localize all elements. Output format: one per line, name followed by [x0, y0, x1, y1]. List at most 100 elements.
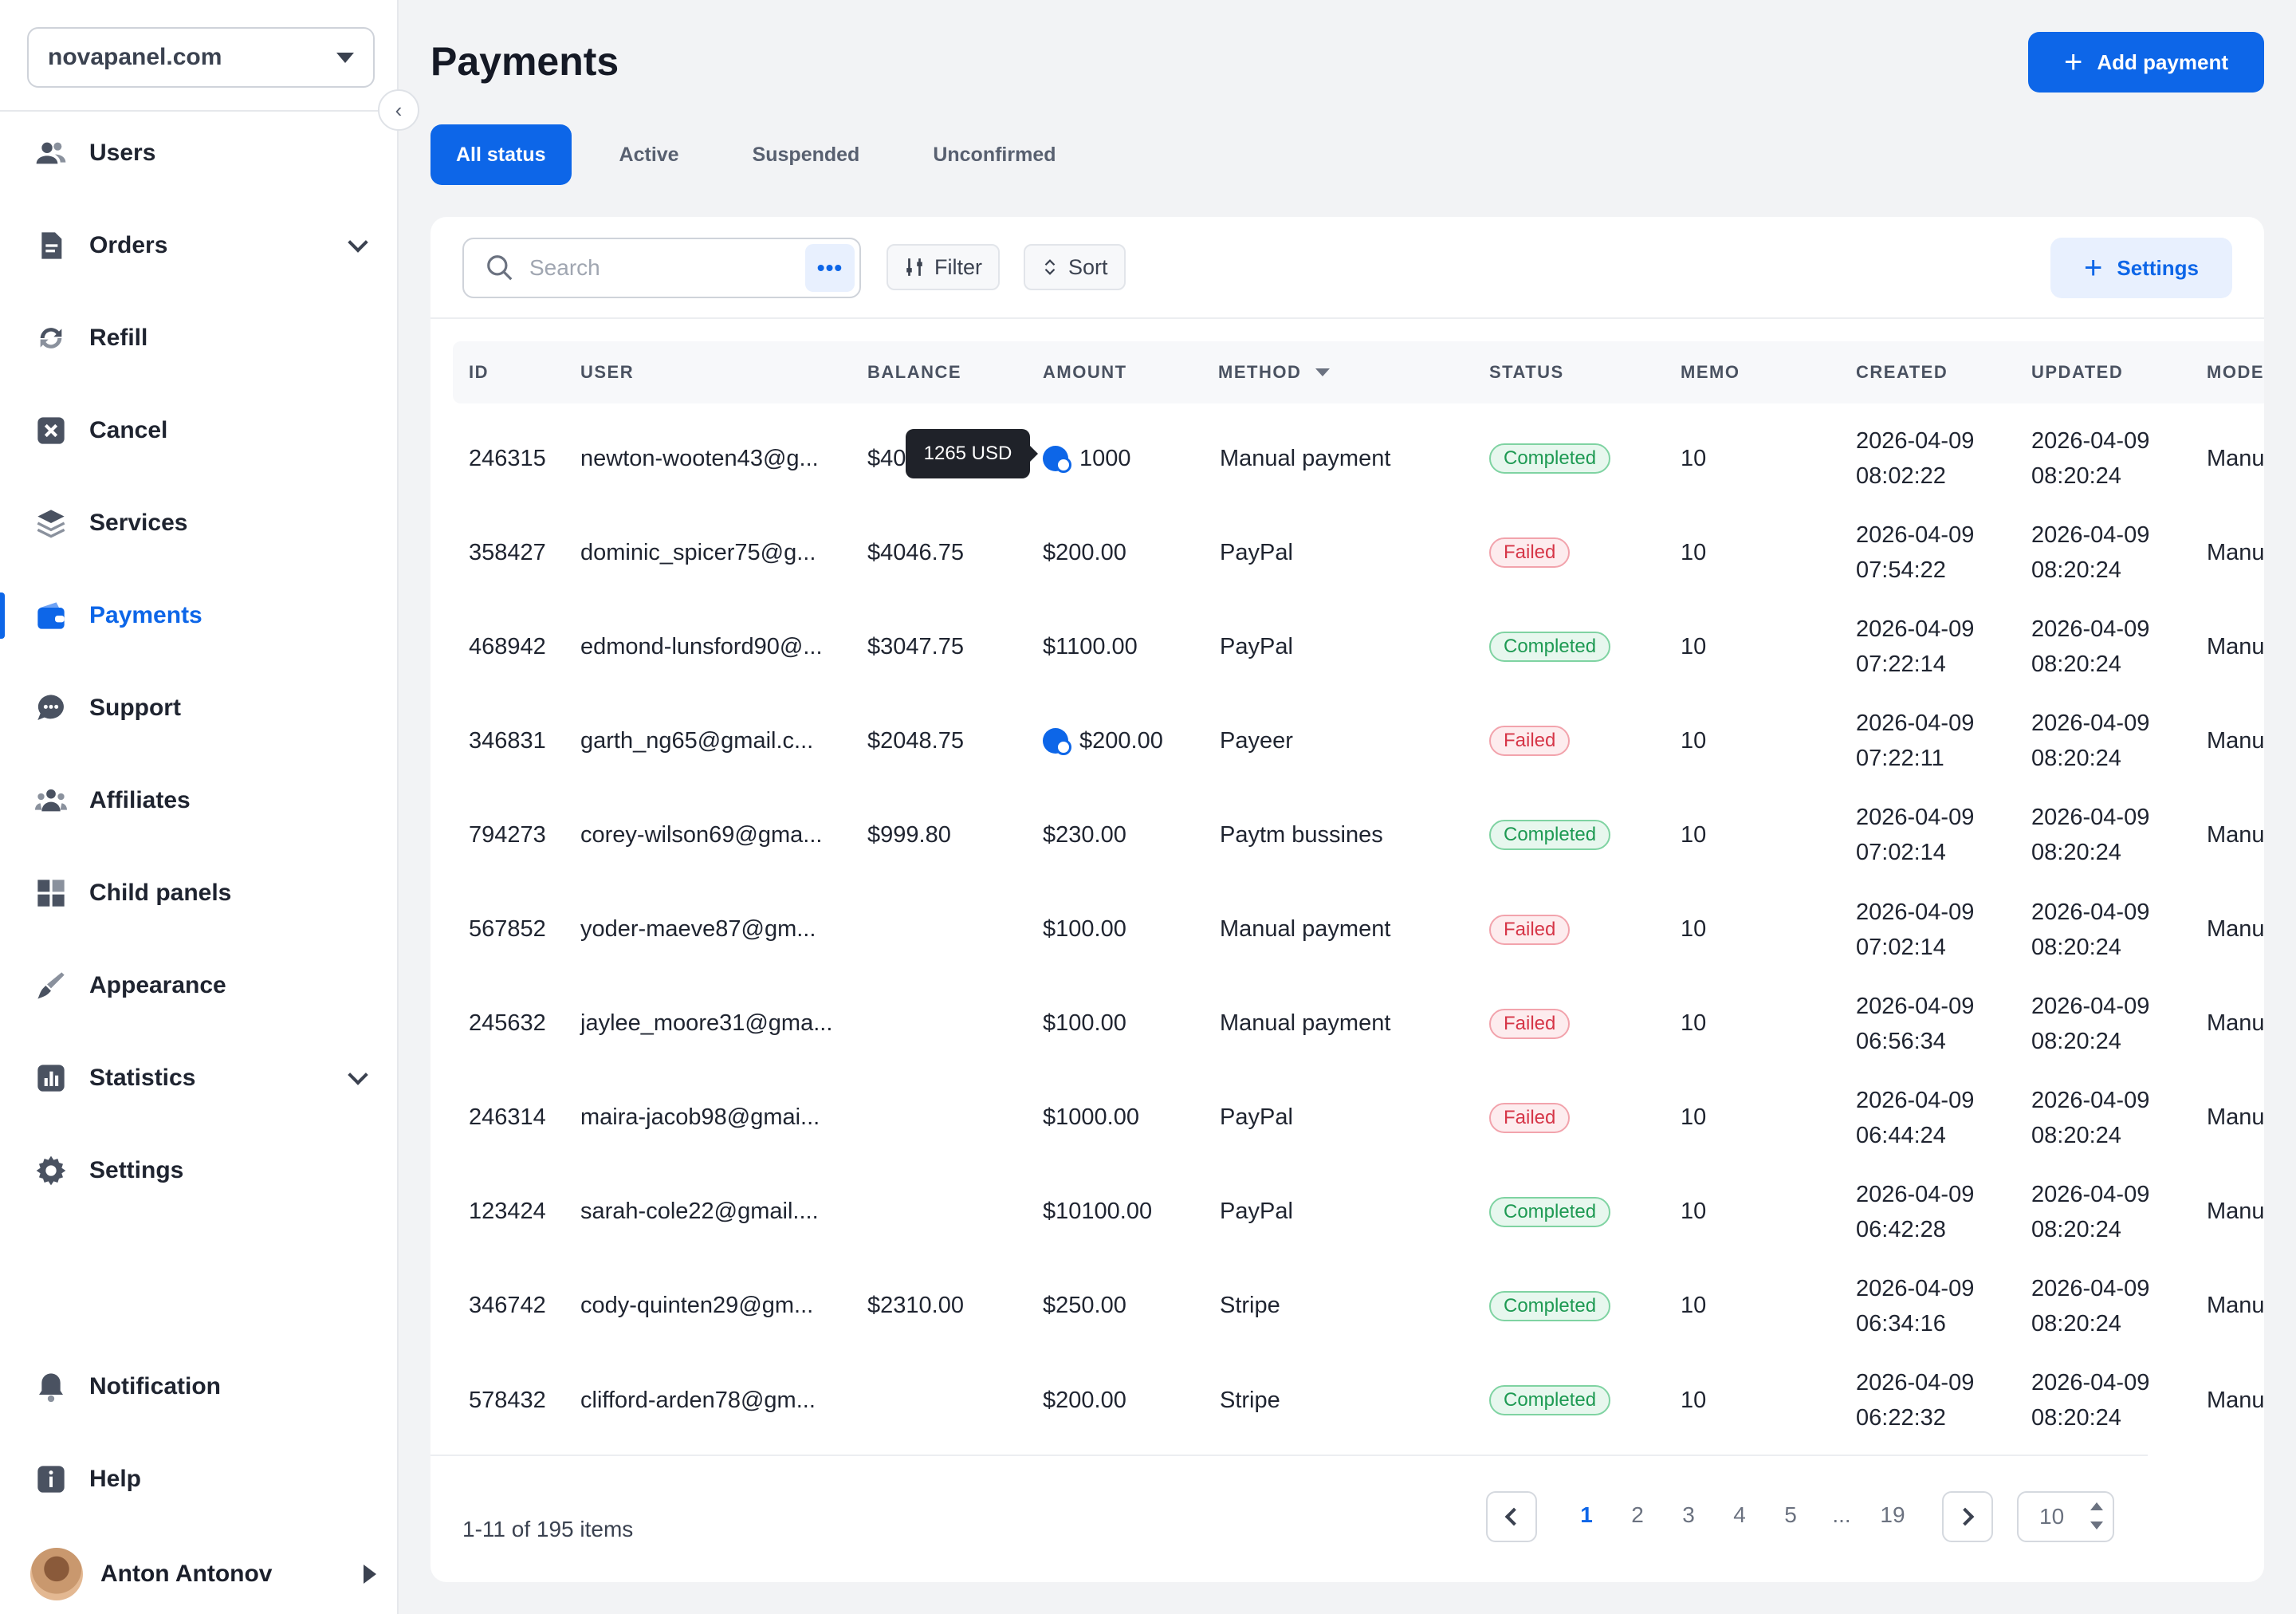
cell-amount-value: 1000	[1079, 445, 1131, 471]
cell-created: 2026-04-09 07:22:11	[1856, 694, 1974, 788]
cell-user[interactable]: yoder-maeve87@gm...	[580, 883, 816, 977]
sidebar-item-label: Services	[89, 510, 188, 536]
cell-user[interactable]: sarah-cole22@gmail....	[580, 1165, 819, 1259]
cell-status: Failed	[1489, 1071, 1571, 1165]
cell-user[interactable]: corey-wilson69@gma...	[580, 788, 822, 882]
bell-icon	[33, 1369, 69, 1404]
page-2[interactable]: 2	[1622, 1502, 1653, 1528]
status-badge: Completed	[1489, 820, 1611, 851]
cell-method: Stripe	[1220, 1293, 1280, 1319]
domain-select[interactable]: novapanel.com	[27, 27, 375, 88]
column-header-mode[interactable]: MODE	[2207, 341, 2264, 404]
column-header-balance[interactable]: BALANCE	[867, 341, 961, 404]
stepper-up-icon[interactable]	[2090, 1502, 2103, 1510]
page-19[interactable]: 19	[1877, 1502, 1909, 1528]
cell-user[interactable]: newton-wooten43@g...	[580, 411, 819, 506]
cell-user[interactable]: jaylee_moore31@gma...	[580, 977, 832, 1071]
cell-created: 2026-04-09 07:02:14	[1856, 883, 1974, 977]
cell-user[interactable]: garth_ng65@gmail.c...	[580, 694, 813, 788]
created-date: 2026-04-09	[1856, 1370, 1975, 1396]
caret-down-icon[interactable]	[1315, 368, 1331, 376]
stepper-down-icon[interactable]	[2090, 1521, 2103, 1529]
created-time: 08:02:22	[1856, 463, 1946, 489]
cell-user[interactable]: clifford-arden78@gm...	[580, 1353, 816, 1447]
cell-user[interactable]: edmond-lunsford90@...	[580, 600, 823, 694]
column-header-memo[interactable]: MEMO	[1681, 341, 1740, 404]
sidebar-item-refill[interactable]: Refill	[0, 310, 399, 366]
next-page-button[interactable]	[1942, 1491, 1993, 1542]
column-header-method[interactable]: METHOD	[1218, 341, 1331, 404]
table-row[interactable]: 123424 sarah-cole22@gmail.... $10100.00 Pay…	[431, 1165, 2264, 1259]
cell-method: Manual payment	[1220, 916, 1391, 942]
sidebar-item-label: Appearance	[89, 972, 226, 998]
sidebar-item-statistics[interactable]: Statistics	[0, 1050, 399, 1106]
sidebar-item-notification[interactable]: Notification	[0, 1359, 399, 1415]
updated-date: 2026-04-09	[2031, 899, 2150, 925]
column-header-created[interactable]: CREATED	[1856, 341, 1948, 404]
collapse-sidebar-button[interactable]: ‹	[378, 89, 419, 131]
column-header-method-label: METHOD	[1218, 362, 1302, 382]
cell-user[interactable]: dominic_spicer75@g...	[580, 506, 816, 600]
search-input[interactable]	[529, 255, 769, 281]
sidebar-item-child-panels[interactable]: Child panels	[0, 865, 399, 921]
table-row[interactable]: 567852 yoder-maeve87@gm... $100.00 Manual p…	[431, 883, 2264, 977]
created-date: 2026-04-09	[1856, 805, 1975, 831]
tab-active[interactable]: Active	[594, 124, 705, 185]
sidebar-item-help[interactable]: Help	[0, 1451, 399, 1507]
cell-updated: 2026-04-09 08:20:24	[2031, 694, 2149, 788]
table-row[interactable]: 794273 corey-wilson69@gma... $999.80 $230.0…	[431, 788, 2264, 882]
cell-method: Manual payment	[1220, 1010, 1391, 1037]
sidebar-item-support[interactable]: Support	[0, 680, 399, 736]
sidebar-item-cancel[interactable]: Cancel	[0, 403, 399, 459]
sidebar-item-settings[interactable]: Settings	[0, 1143, 399, 1199]
sidebar-item-label: Statistics	[89, 1065, 196, 1091]
sort-button[interactable]: Sort	[1024, 244, 1126, 290]
per-page-stepper[interactable]: 10	[2017, 1491, 2114, 1542]
column-header-amount[interactable]: AMOUNT	[1043, 341, 1127, 404]
sidebar-item-orders[interactable]: Orders	[0, 218, 399, 274]
sidebar-item-appearance[interactable]: Appearance	[0, 958, 399, 1014]
column-header-status[interactable]: STATUS	[1489, 341, 1564, 404]
table-row[interactable]: 246315 newton-wooten43@g... $40 1000 Manual …	[431, 411, 2264, 506]
table-row[interactable]: 346831 garth_ng65@gmail.c... $2048.75 $200.…	[431, 694, 2264, 788]
created-time: 06:44:24	[1856, 1122, 1946, 1148]
tab-unconfirmed[interactable]: Unconfirmed	[907, 124, 1081, 185]
table-row[interactable]: 358427 dominic_spicer75@g... $4046.75 $200.…	[431, 506, 2264, 600]
table-row[interactable]: 468942 edmond-lunsford90@... $3047.75 $1100…	[431, 600, 2264, 694]
filter-button[interactable]: Filter	[887, 244, 1000, 290]
table-settings-button[interactable]: + Settings	[2050, 238, 2232, 298]
table-row[interactable]: 346742 cody-quinten29@gm... $2310.00 $250.0…	[431, 1259, 2264, 1353]
table-row[interactable]: 245632 jaylee_moore31@gma... $100.00 Manual…	[431, 977, 2264, 1071]
cell-user[interactable]: cody-quinten29@gm...	[580, 1259, 813, 1353]
column-header-updated[interactable]: UPDATED	[2031, 341, 2123, 404]
cell-status: Completed	[1489, 1259, 1611, 1353]
cell-updated: 2026-04-09 08:20:24	[2031, 1353, 2149, 1447]
table-row[interactable]: 578432 clifford-arden78@gm... $200.00 Strip…	[431, 1353, 2264, 1447]
page-4[interactable]: 4	[1724, 1502, 1755, 1528]
user-profile[interactable]: Anton Antonov	[30, 1545, 381, 1603]
tab-all-status[interactable]: All status	[431, 124, 572, 185]
more-options-button[interactable]: •••	[805, 244, 855, 292]
sidebar-item-users[interactable]: Users	[0, 125, 399, 181]
created-date: 2026-04-09	[1856, 993, 1975, 1019]
sidebar-item-payments[interactable]: Payments	[0, 588, 399, 644]
sidebar-item-services[interactable]: Services	[0, 495, 399, 551]
page-3[interactable]: 3	[1673, 1502, 1704, 1528]
column-header-user[interactable]: USER	[580, 341, 634, 404]
add-payment-button[interactable]: + Add payment	[2028, 32, 2264, 93]
page-5[interactable]: 5	[1775, 1502, 1807, 1528]
created-date: 2026-04-09	[1856, 1275, 1975, 1301]
tab-suspended[interactable]: Suspended	[727, 124, 886, 185]
sidebar-item-label: Affiliates	[89, 787, 191, 813]
previous-page-button[interactable]	[1486, 1491, 1537, 1542]
page-1[interactable]: 1	[1571, 1502, 1602, 1528]
coins-icon[interactable]	[1043, 728, 1071, 756]
table-row[interactable]: 246314 maira-jacob98@gmai... $1000.00 PayPa…	[431, 1071, 2264, 1165]
cell-user[interactable]: maira-jacob98@gmai...	[580, 1071, 820, 1165]
cell-amount: $200.00	[1043, 506, 1126, 600]
column-header-id[interactable]: ID	[469, 341, 489, 404]
search-box: •••	[462, 238, 861, 298]
coins-icon[interactable]	[1043, 446, 1071, 473]
chevron-right-icon	[1956, 1507, 1975, 1526]
sidebar-item-affiliates[interactable]: Affiliates	[0, 773, 399, 829]
